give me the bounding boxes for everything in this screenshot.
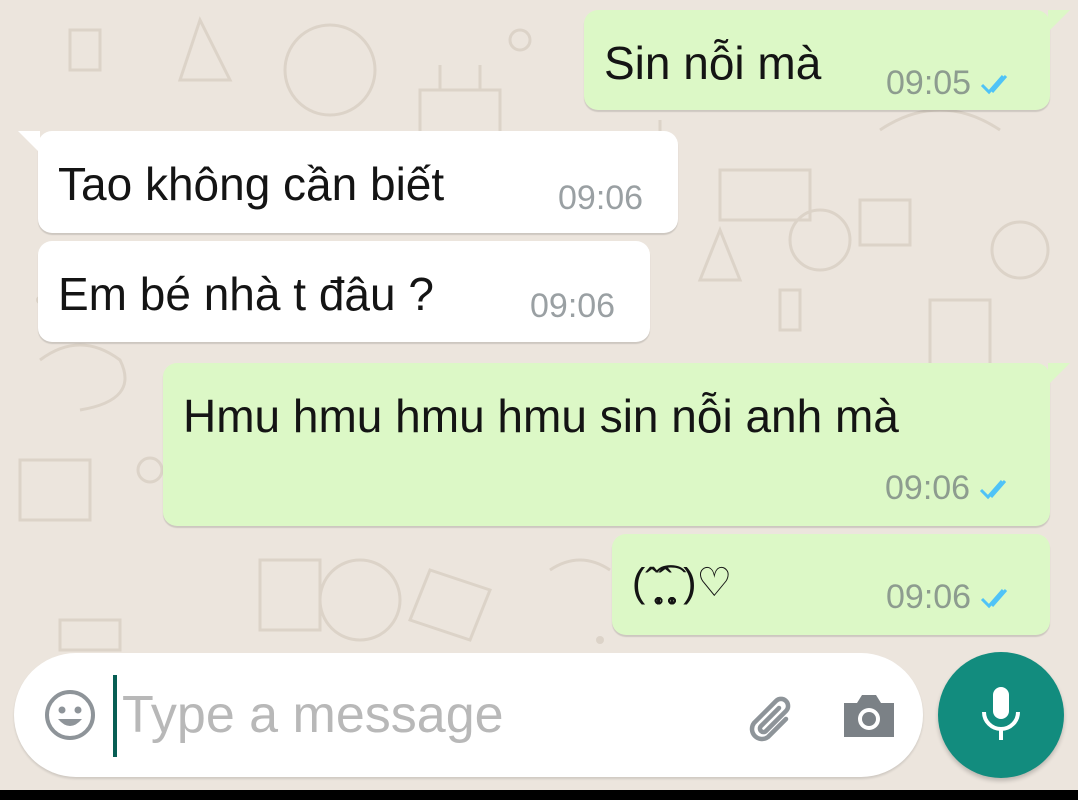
message-text: (ˆ̩̥̩̥̩̥̩̩̥͡ˆ̩̥̩̥̩̥̩̩̥ )♡ [632,561,733,605]
paperclip-icon[interactable] [742,689,800,747]
message-time: 09:06 [530,287,616,325]
voice-message-button[interactable] [938,652,1064,778]
bubble-tail [18,131,40,153]
message-outgoing[interactable]: Sin nỗi mà 09:05 [584,10,1050,110]
message-meta: 09:06 [886,578,1019,617]
microphone-icon [982,687,1020,740]
system-nav-bar [0,790,1078,800]
message-text: Hmu hmu hmu hmu sin nỗi anh mà [183,390,899,442]
message-meta: 09:06 [558,179,643,218]
chat-messages[interactable]: Sin nỗi mà 09:05 Tao không cần biết 09:0… [0,0,1078,650]
camera-icon[interactable] [840,689,898,741]
message-time: 09:05 [886,64,972,102]
message-incoming[interactable]: Em bé nhà t đâu ? 09:06 [38,241,650,342]
message-meta: 09:06 [530,287,615,326]
message-input[interactable]: Type a message [122,685,504,745]
message-text: Tao không cần biết [58,158,445,210]
message-outgoing[interactable]: (ˆ̩̥̩̥̩̥̩̩̥͡ˆ̩̥̩̥̩̥̩̩̥ )♡ 09:06 [612,534,1050,635]
bubble-tail [1048,363,1070,385]
message-text: Sin nỗi mà [604,37,822,89]
message-text: Em bé nhà t đâu ? [58,268,434,320]
smiley-icon[interactable] [44,689,96,741]
message-meta: 09:06 [885,469,1018,508]
message-outgoing[interactable]: Hmu hmu hmu hmu sin nỗi anh mà 09:06 [163,363,1050,526]
message-time: 09:06 [886,578,972,616]
message-incoming[interactable]: Tao không cần biết 09:06 [38,131,678,233]
message-time: 09:06 [558,179,644,217]
text-cursor [113,675,117,757]
double-check-icon [981,74,1008,94]
message-composer[interactable]: Type a message [14,653,923,777]
double-check-icon [981,588,1008,608]
bubble-tail [1048,10,1070,32]
message-meta: 09:05 [886,64,1019,103]
message-time: 09:06 [885,469,971,507]
double-check-icon [980,479,1007,499]
